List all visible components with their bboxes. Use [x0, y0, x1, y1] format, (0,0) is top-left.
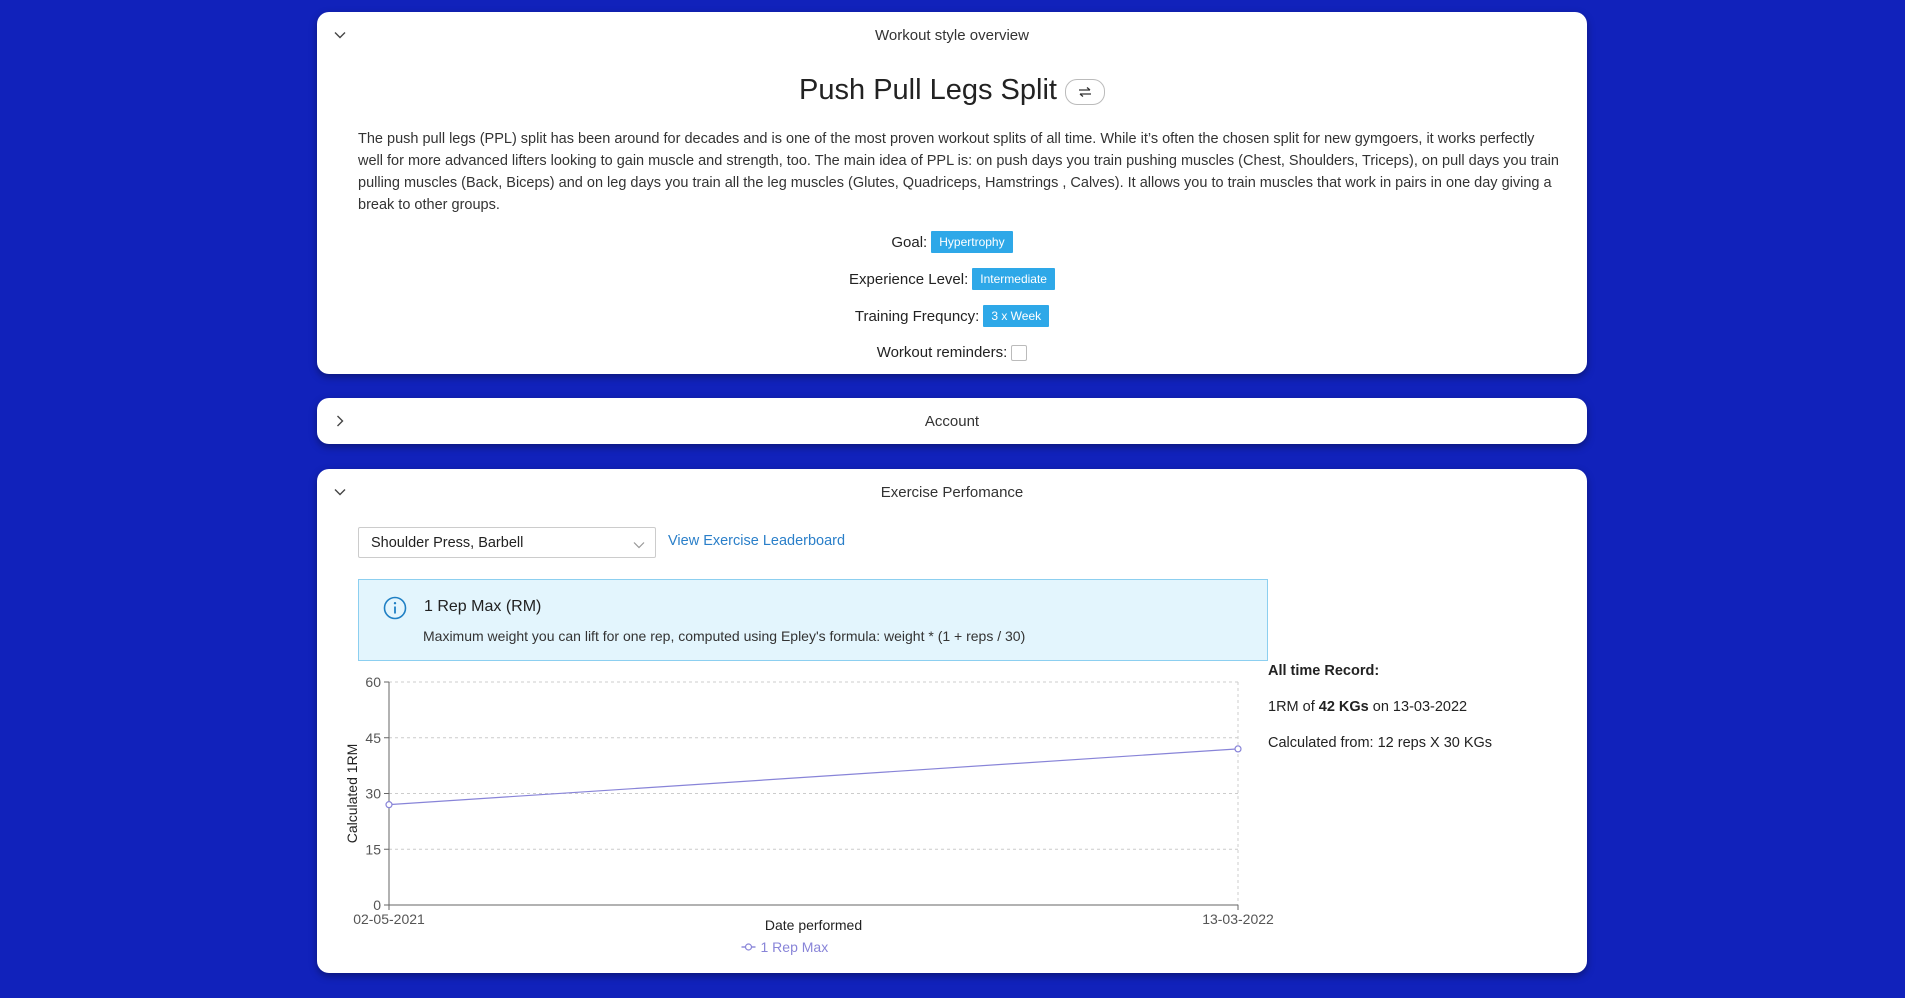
account-header[interactable]: Account	[317, 398, 1587, 444]
record-suffix: on 13-03-2022	[1368, 699, 1468, 715]
goal-tag: Hypertrophy	[931, 231, 1013, 253]
goal-label: Goal:	[891, 233, 928, 251]
reminders-checkbox[interactable]	[1011, 344, 1028, 361]
y-tick-label: 45	[365, 730, 381, 746]
exercise-select[interactable]: Shoulder Press, Barbell	[358, 527, 656, 558]
record-calc: Calculated from: 12 reps X 30 KGs	[1268, 735, 1493, 751]
experience-label: Experience Level:	[849, 270, 969, 288]
plan-title-row: Push Pull Legs Split	[317, 74, 1587, 107]
workout-overview-panel: Workout style overview Push Pull Legs Sp…	[317, 12, 1587, 374]
chevron-down-icon[interactable]	[331, 483, 349, 501]
performance-header[interactable]: Exercise Perfomance	[317, 469, 1587, 515]
info-icon	[383, 596, 407, 625]
account-panel: Account	[317, 398, 1587, 444]
info-alert: 1 Rep Max (RM) Maximum weight you can li…	[358, 579, 1268, 661]
experience-row: Experience Level: Intermediate	[317, 268, 1587, 290]
y-tick-label: 30	[365, 786, 381, 802]
workout-overview-title: Workout style overview	[875, 26, 1029, 44]
frequency-tag: 3 x Week	[983, 305, 1050, 327]
one-rep-max-chart: 01530456002-05-2021 13-03-2022Date perfor…	[345, 674, 1274, 955]
plan-description: The push pull legs (PPL) split has been …	[358, 131, 1559, 213]
record-line: 1RM of 42 KGs on 13-03-2022	[1268, 699, 1467, 715]
legend-marker-icon	[744, 943, 753, 951]
performance-title: Exercise Perfomance	[880, 483, 1024, 501]
x-axis-label: Date performed	[765, 917, 862, 933]
data-point	[385, 801, 393, 809]
chevron-down-icon[interactable]	[331, 26, 349, 44]
record-value: 42 KGs	[1318, 699, 1369, 715]
reminders-row: Workout reminders:	[317, 344, 1587, 361]
x-tick-label: 13-03-2022	[1202, 911, 1274, 927]
frequency-label: Training Frequncy:	[854, 307, 980, 325]
series-line	[388, 748, 1239, 806]
account-title: Account	[924, 412, 980, 430]
frequency-row: Training Frequncy: 3 x Week	[317, 305, 1587, 327]
leaderboard-link[interactable]: View Exercise Leaderboard	[668, 533, 845, 549]
chevron-down-icon	[633, 537, 645, 553]
swap-icon	[1078, 86, 1091, 97]
goal-row: Goal: Hypertrophy	[317, 231, 1587, 253]
y-tick-label: 60	[365, 674, 381, 690]
x-tick-label: 02-05-2021	[353, 911, 425, 927]
exercise-select-value: Shoulder Press, Barbell	[371, 534, 524, 551]
plan-title: Push Pull Legs Split	[799, 74, 1057, 106]
chevron-right-icon[interactable]	[331, 412, 349, 430]
reminders-label: Workout reminders:	[876, 344, 1008, 361]
exercise-performance-panel: Exercise Perfomance Shoulder Press, Barb…	[317, 469, 1587, 973]
y-axis-label: Calculated 1RM	[345, 744, 360, 844]
data-point	[1234, 745, 1242, 753]
swap-plan-button[interactable]	[1064, 78, 1105, 105]
y-tick-label: 15	[365, 841, 381, 857]
legend-label: 1 Rep Max	[761, 939, 829, 955]
info-title: 1 Rep Max (RM)	[424, 598, 542, 615]
experience-tag: Intermediate	[972, 268, 1055, 290]
info-text: Maximum weight you can lift for one rep,…	[423, 628, 1026, 644]
workout-overview-header[interactable]: Workout style overview	[317, 12, 1587, 58]
